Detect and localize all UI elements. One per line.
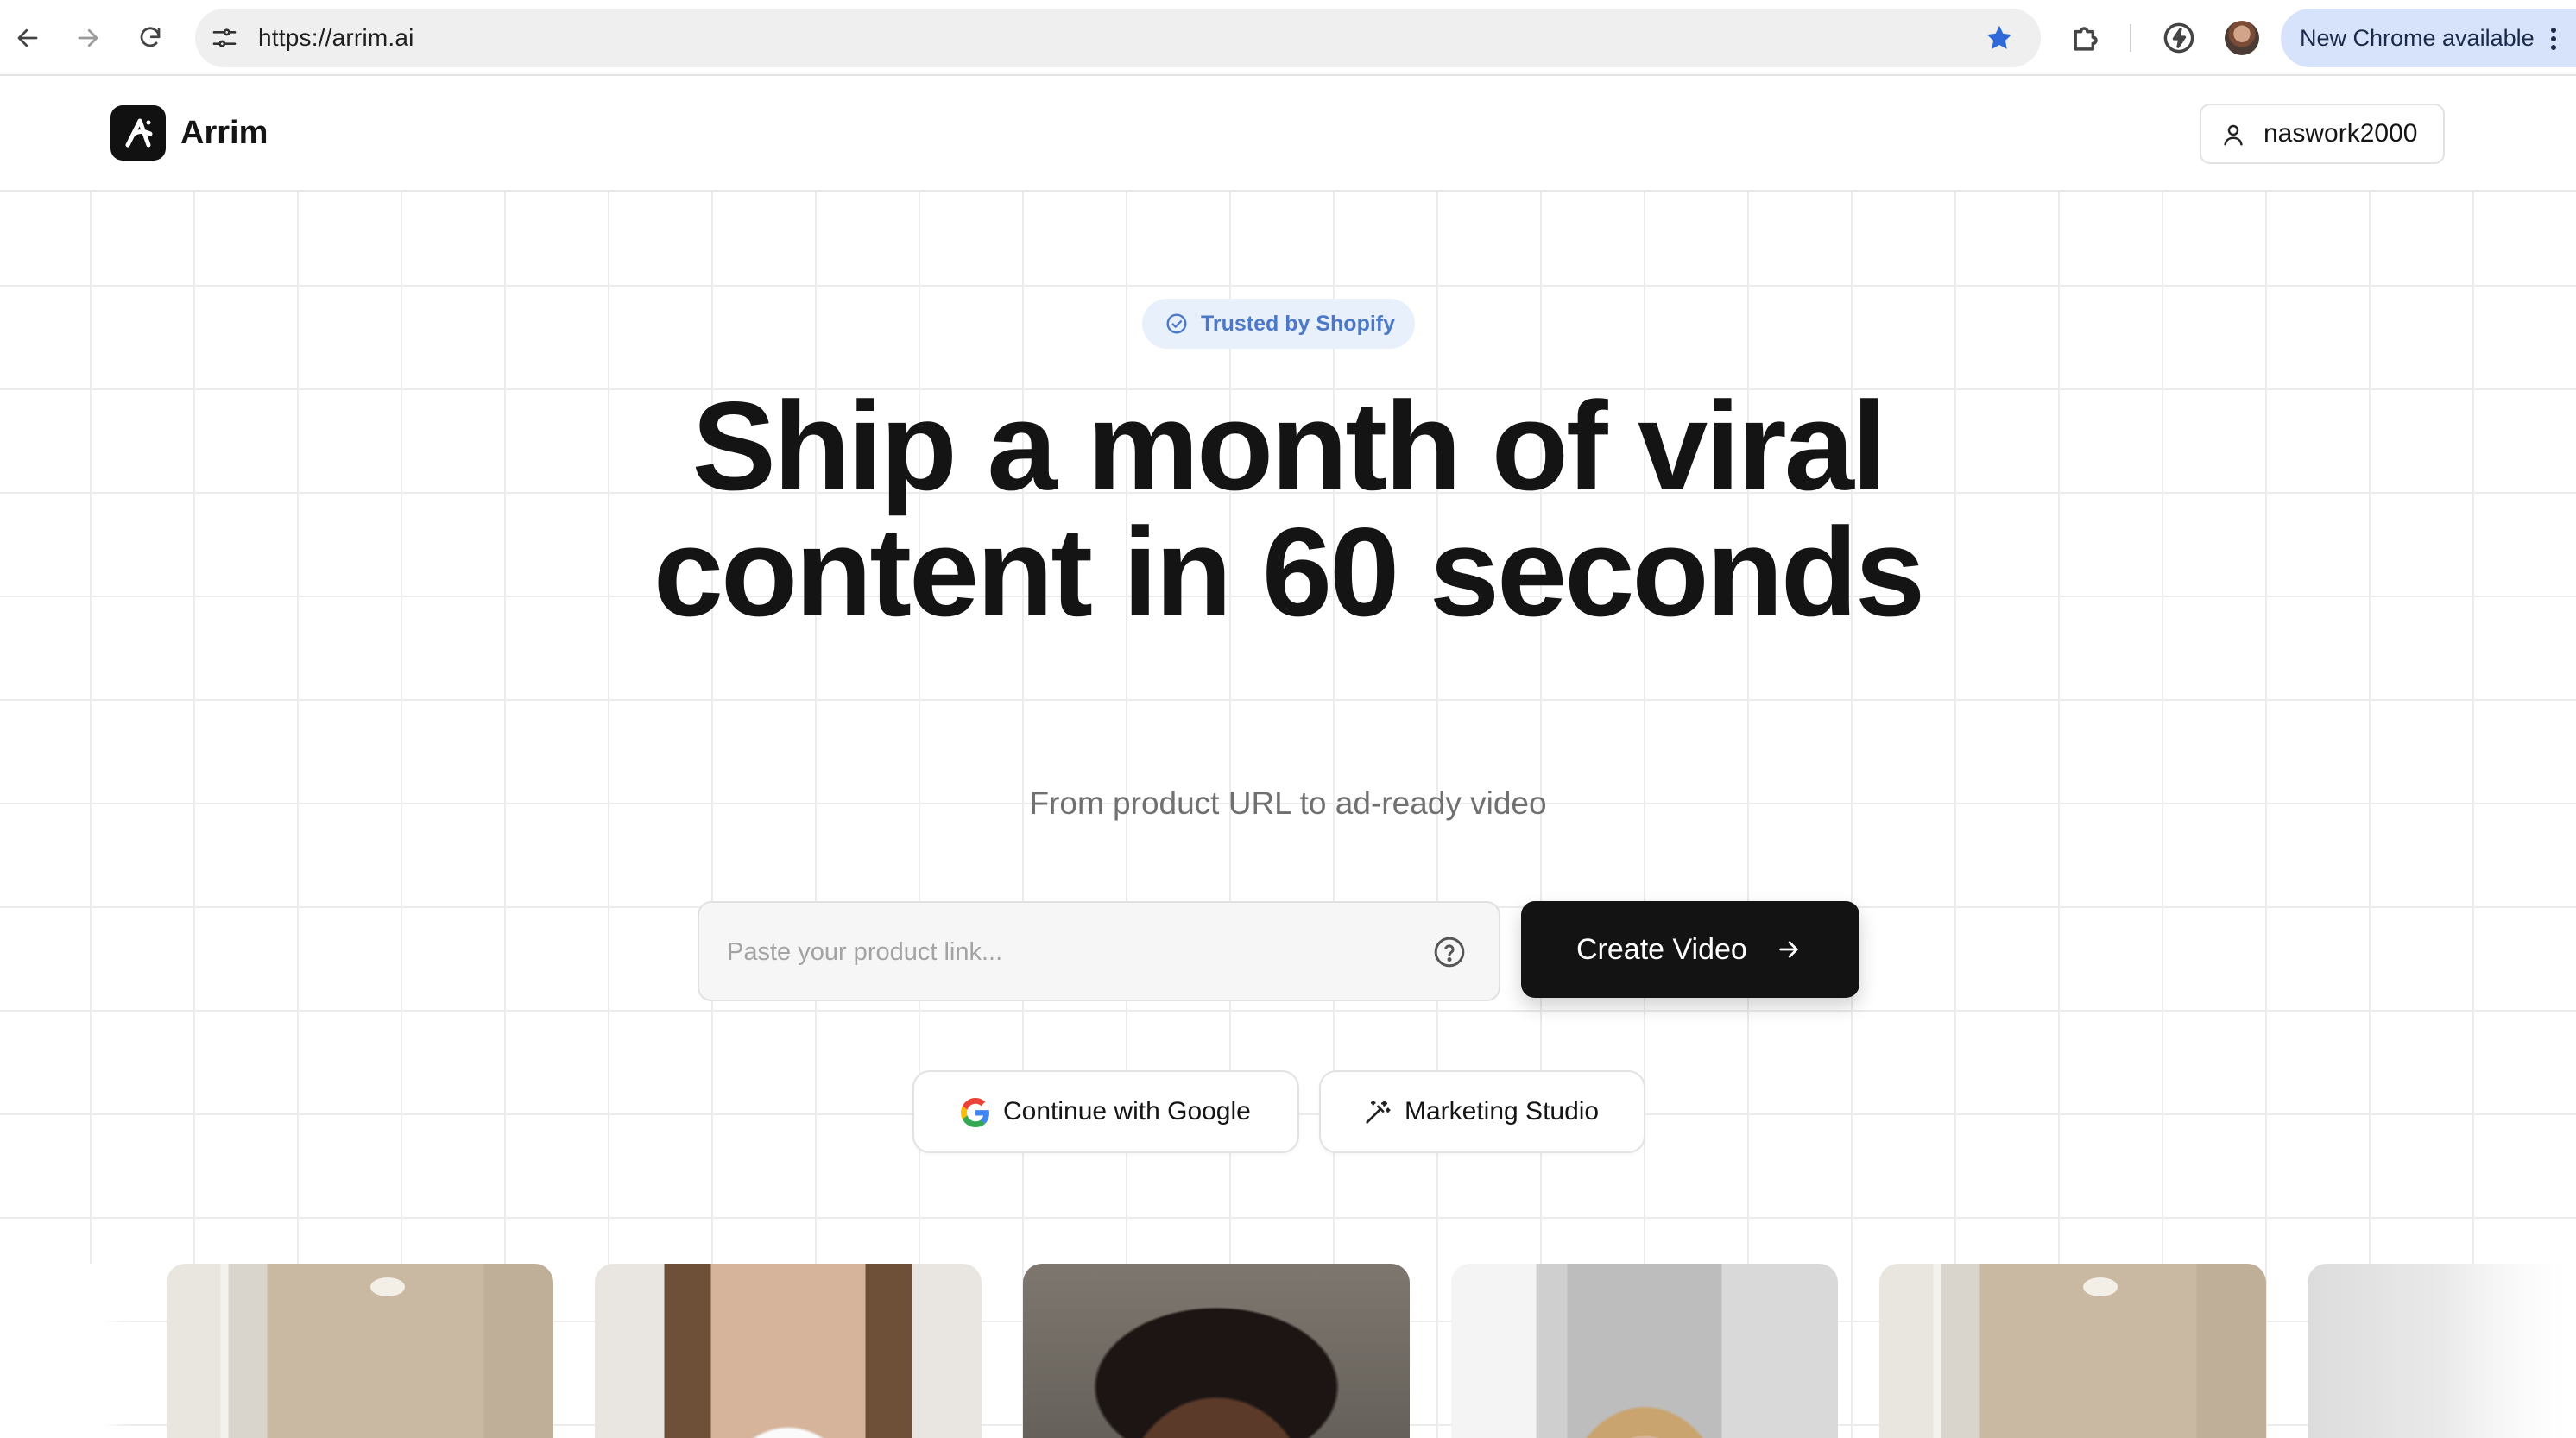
video-thumbnail[interactable] bbox=[167, 1264, 553, 1438]
trusted-badge-label: Trusted by Shopify bbox=[1201, 312, 1396, 336]
video-thumbnail[interactable] bbox=[1451, 1264, 1838, 1438]
user-name: naswork2000 bbox=[2263, 119, 2418, 148]
site-header: Arrim naswork2000 bbox=[0, 76, 2576, 192]
tune-icon[interactable] bbox=[211, 24, 238, 52]
star-icon[interactable] bbox=[1984, 22, 2015, 54]
google-icon bbox=[961, 1098, 989, 1127]
puzzle-icon[interactable] bbox=[2068, 19, 2106, 57]
profile-avatar[interactable] bbox=[2225, 21, 2259, 55]
user-account-button[interactable]: naswork2000 bbox=[2200, 104, 2445, 164]
hero-section: Trusted by Shopify Ship a month of viral… bbox=[0, 192, 2576, 1438]
reload-icon bbox=[140, 27, 161, 47]
marketing-studio-button[interactable]: Marketing Studio bbox=[1319, 1070, 1645, 1153]
question-circle-icon[interactable] bbox=[1432, 935, 1467, 969]
back-button[interactable] bbox=[7, 17, 48, 59]
trusted-badge: Trusted by Shopify bbox=[1142, 299, 1415, 349]
reload-button[interactable] bbox=[129, 17, 171, 59]
arrow-left-icon bbox=[17, 28, 38, 47]
headline-line-2: content in 60 seconds bbox=[653, 501, 1925, 642]
create-video-label: Create Video bbox=[1576, 933, 1747, 966]
gallery-fade-right bbox=[2443, 1264, 2576, 1438]
check-circle-icon bbox=[1166, 313, 1187, 334]
video-thumbnail[interactable] bbox=[595, 1264, 982, 1438]
gallery-fade-left bbox=[0, 1264, 129, 1438]
chrome-update-label: New Chrome available bbox=[2300, 25, 2535, 51]
video-thumbnail[interactable] bbox=[1879, 1264, 2266, 1438]
forward-button[interactable] bbox=[67, 17, 109, 59]
bolt-icon[interactable] bbox=[2160, 19, 2198, 57]
marketing-studio-label: Marketing Studio bbox=[1405, 1097, 1600, 1126]
hero-subtitle: From product URL to ad-ready video bbox=[1029, 785, 1547, 821]
browser-toolbar: https://arrim.ai New Chrome available bbox=[0, 0, 2576, 76]
address-bar[interactable]: https://arrim.ai bbox=[195, 9, 2041, 67]
url-text[interactable]: https://arrim.ai bbox=[258, 9, 414, 67]
arrim-logo-icon[interactable] bbox=[110, 105, 166, 161]
product-link-field[interactable] bbox=[698, 901, 1500, 1001]
magic-wand-icon bbox=[1366, 1100, 1391, 1124]
continue-with-google-button[interactable]: Continue with Google bbox=[912, 1070, 1299, 1153]
hero-headline: Ship a month of viral content in 60 seco… bbox=[425, 383, 2151, 635]
video-thumbnail[interactable] bbox=[1023, 1264, 1410, 1438]
headline-line-1: Ship a month of viral bbox=[691, 375, 1887, 516]
arrow-right-icon bbox=[1779, 941, 1798, 958]
create-video-button[interactable]: Create Video bbox=[1521, 901, 1859, 998]
arrow-right-icon bbox=[78, 28, 98, 47]
chrome-update-button[interactable]: New Chrome available bbox=[2281, 9, 2576, 67]
brand-name[interactable]: Arrim bbox=[180, 107, 268, 159]
product-link-input[interactable] bbox=[725, 903, 1402, 1001]
continue-with-google-label: Continue with Google bbox=[1003, 1097, 1251, 1126]
kebab-icon[interactable] bbox=[2550, 26, 2557, 52]
toolbar-divider bbox=[2130, 24, 2131, 52]
user-icon bbox=[2224, 124, 2243, 146]
